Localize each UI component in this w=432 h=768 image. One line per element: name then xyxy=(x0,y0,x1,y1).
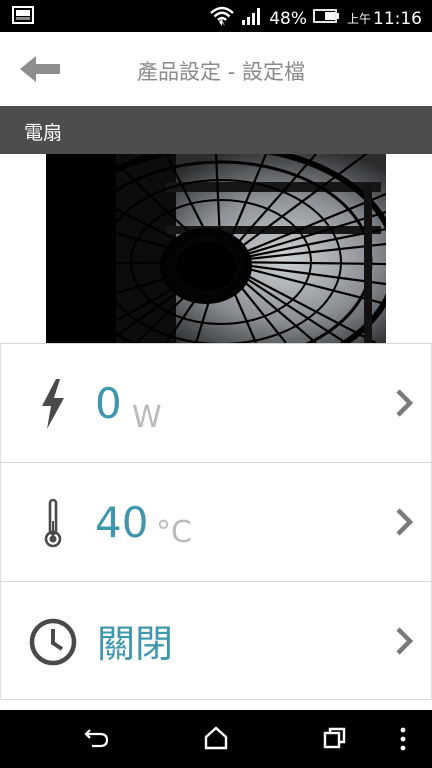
chevron-right-icon xyxy=(395,626,415,656)
device-photo xyxy=(46,154,386,343)
app-bar: 產品設定 - 設定檔 xyxy=(0,32,432,105)
system-nav-bar xyxy=(0,710,432,768)
timer-value: 關閉 xyxy=(97,622,174,666)
clock-icon xyxy=(27,614,79,670)
settings-list: 0 W 40 °C 關閉 xyxy=(0,343,432,700)
thermometer-icon xyxy=(27,495,79,551)
device-header: 電扇 xyxy=(0,106,432,154)
status-bar: 48% 上午 11:16 xyxy=(0,0,432,32)
nav-recents-button[interactable] xyxy=(322,726,350,752)
nav-menu-button[interactable] xyxy=(398,726,416,752)
clock-time: 11:16 xyxy=(373,8,422,29)
battery-percent: 48% xyxy=(269,8,307,29)
nav-back-icon xyxy=(84,729,110,754)
chevron-right-icon xyxy=(395,388,415,418)
power-value: 0 xyxy=(95,379,122,428)
chevron-right-icon xyxy=(395,507,415,537)
gallery-notification-icon xyxy=(12,6,34,28)
power-unit: W xyxy=(132,400,162,435)
battery-icon xyxy=(313,8,341,29)
recents-icon xyxy=(322,727,348,754)
nav-home-button[interactable] xyxy=(203,726,231,752)
overflow-menu-icon xyxy=(398,727,408,756)
home-icon xyxy=(203,726,229,754)
temperature-value: 40 xyxy=(95,498,149,547)
nav-back-button[interactable] xyxy=(84,726,112,752)
lightning-icon xyxy=(27,376,79,432)
temperature-row[interactable]: 40 °C xyxy=(0,462,432,581)
power-row[interactable]: 0 W xyxy=(0,343,432,462)
ampm-label: 上午 xyxy=(346,12,371,26)
page-title: 產品設定 - 設定檔 xyxy=(137,60,305,84)
signal-icon xyxy=(241,6,263,31)
timer-row[interactable]: 關閉 xyxy=(0,581,432,700)
wifi-icon xyxy=(209,5,235,32)
device-name: 電扇 xyxy=(24,122,63,144)
temperature-unit: °C xyxy=(156,515,192,550)
